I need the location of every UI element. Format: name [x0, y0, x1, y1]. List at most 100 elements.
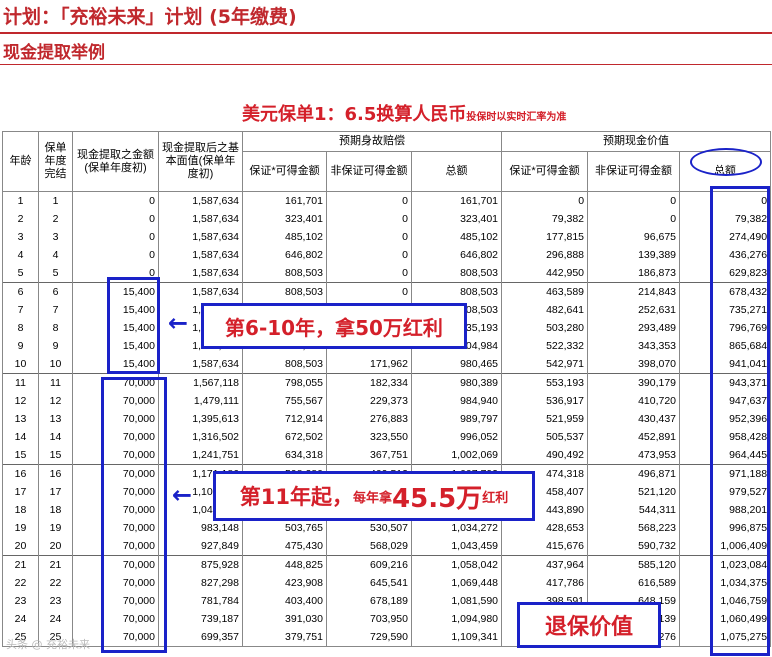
table-cell: 448,825	[242, 555, 327, 574]
table-cell: 984,940	[410, 392, 503, 410]
table-cell: 1,587,634	[158, 228, 243, 246]
table-cell: 12	[38, 392, 73, 410]
table-cell: 0	[72, 246, 159, 264]
withdraw-highlight-11-25	[101, 377, 167, 653]
table-cell: 186,873	[587, 264, 681, 283]
table-cell: 485,102	[242, 228, 327, 246]
table-cell: 10	[38, 355, 73, 374]
table-cell: 16	[2, 464, 39, 483]
table-cell: 14	[38, 428, 73, 446]
table-cell: 2	[38, 210, 73, 228]
table-cell: 417,786	[501, 574, 589, 592]
table-cell: 1	[38, 191, 73, 210]
callout2-c: 45.5万	[392, 483, 483, 514]
table-cell: 23	[2, 592, 39, 610]
table-cell: 1,395,613	[158, 410, 243, 428]
table-cell: 485,102	[410, 228, 503, 246]
table-cell: 367,751	[326, 446, 412, 465]
table-cell: 15	[2, 446, 39, 465]
table-cell: 980,389	[410, 373, 503, 392]
table-cell: 6	[2, 282, 39, 301]
table-cell: 9	[2, 337, 39, 355]
table-cell: 10	[2, 355, 39, 374]
table-cell: 463,589	[501, 282, 589, 301]
table-cell: 0	[326, 228, 412, 246]
arrow-left-icon: ←	[172, 481, 193, 509]
table-cell: 7	[38, 301, 73, 319]
table-cell: 0	[326, 282, 412, 301]
table-cell: 177,815	[501, 228, 589, 246]
section-title: 现金提取举例	[3, 43, 105, 63]
table-cell: 4	[2, 246, 39, 264]
table-cell: 980,465	[410, 355, 503, 374]
table-cell: 616,589	[587, 574, 681, 592]
table-cell: 0	[72, 228, 159, 246]
table-cell: 0	[501, 191, 589, 210]
table-cell: 323,401	[242, 210, 327, 228]
table-cell: 17	[38, 483, 73, 501]
table-cell: 1,587,634	[158, 264, 243, 283]
table-cell: 442,950	[501, 264, 589, 283]
table-cell: 505,537	[501, 428, 589, 446]
table-cell: 0	[326, 246, 412, 264]
table-cell: 827,298	[158, 574, 243, 592]
table-cell: 398,070	[587, 355, 681, 374]
table-cell: 343,353	[587, 337, 681, 355]
table-cell: 1,587,634	[158, 282, 243, 301]
callout-surrender-value-text: 退保价值	[544, 615, 633, 640]
table-cell: 536,917	[501, 392, 589, 410]
table-cell: 927,849	[158, 537, 243, 556]
table-cell: 293,489	[587, 319, 681, 337]
table-cell: 5	[38, 264, 73, 283]
table-cell: 276,883	[326, 410, 412, 428]
table-row: 1 1 0 1,587,634 161,701 0 161,701 0 0 0	[2, 191, 772, 210]
plan-title: 计划：「充裕未来」计划 (5年缴费)	[3, 6, 297, 28]
callout2-d: 红利	[482, 490, 509, 506]
table-cell: 11	[38, 373, 73, 392]
table-cell: 430,437	[587, 410, 681, 428]
table-cell: 415,676	[501, 537, 589, 556]
table-cell: 496,871	[587, 464, 681, 483]
table-cell: 8	[38, 319, 73, 337]
table-cell: 18	[38, 501, 73, 519]
table-cell: 808,503	[242, 264, 327, 283]
table-cell: 171,962	[326, 355, 412, 374]
table-cell: 7	[2, 301, 39, 319]
table-cell: 23	[38, 592, 73, 610]
table-cell: 20	[38, 537, 73, 556]
table-cell: 1,567,118	[158, 373, 243, 392]
header-face-value: 现金提取后之基本面值(保单年度初)	[158, 131, 243, 192]
table-cell: 214,843	[587, 282, 681, 301]
table-cell: 1,479,111	[158, 392, 243, 410]
table-row: 4 4 0 1,587,634 646,802 0 646,802 296,888 139,38…	[2, 246, 772, 264]
table-cell: 24	[38, 610, 73, 628]
table-cell: 161,701	[410, 191, 503, 210]
header-cash-guaranteed: 保证*可得金额	[501, 151, 589, 192]
table-title-note: 投保时以实时汇率为准	[466, 112, 567, 123]
header-death-total: 总额	[410, 151, 503, 192]
header-death-nonguaranteed: 非保证可得金额	[326, 151, 412, 192]
table-cell: 755,567	[242, 392, 327, 410]
table-cell: 16	[38, 464, 73, 483]
table-cell: 0	[587, 191, 681, 210]
table-cell: 391,030	[242, 610, 327, 628]
table-cell: 808,503	[410, 264, 503, 283]
header-withdraw: 现金提取之金额(保单年度初)	[72, 131, 159, 192]
table-cell: 0	[326, 264, 412, 283]
table-cell: 544,311	[587, 501, 681, 519]
table-cell: 13	[38, 410, 73, 428]
header-death-guaranteed: 保证*可得金额	[242, 151, 327, 192]
table-cell: 983,148	[158, 519, 243, 537]
section-divider	[0, 64, 772, 65]
table-cell: 609,216	[326, 555, 412, 574]
table-cell: 634,318	[242, 446, 327, 465]
table-cell: 522,332	[501, 337, 589, 355]
table-cell: 296,888	[501, 246, 589, 264]
table-cell: 875,928	[158, 555, 243, 574]
table-cell: 475,430	[242, 537, 327, 556]
table-cell: 542,971	[501, 355, 589, 374]
table-cell: 645,541	[326, 574, 412, 592]
table-cell: 798,055	[242, 373, 327, 392]
table-cell: 182,334	[326, 373, 412, 392]
table-title: 美元保单1：6.5换算人民币投保时以实时汇率为准	[242, 100, 566, 126]
